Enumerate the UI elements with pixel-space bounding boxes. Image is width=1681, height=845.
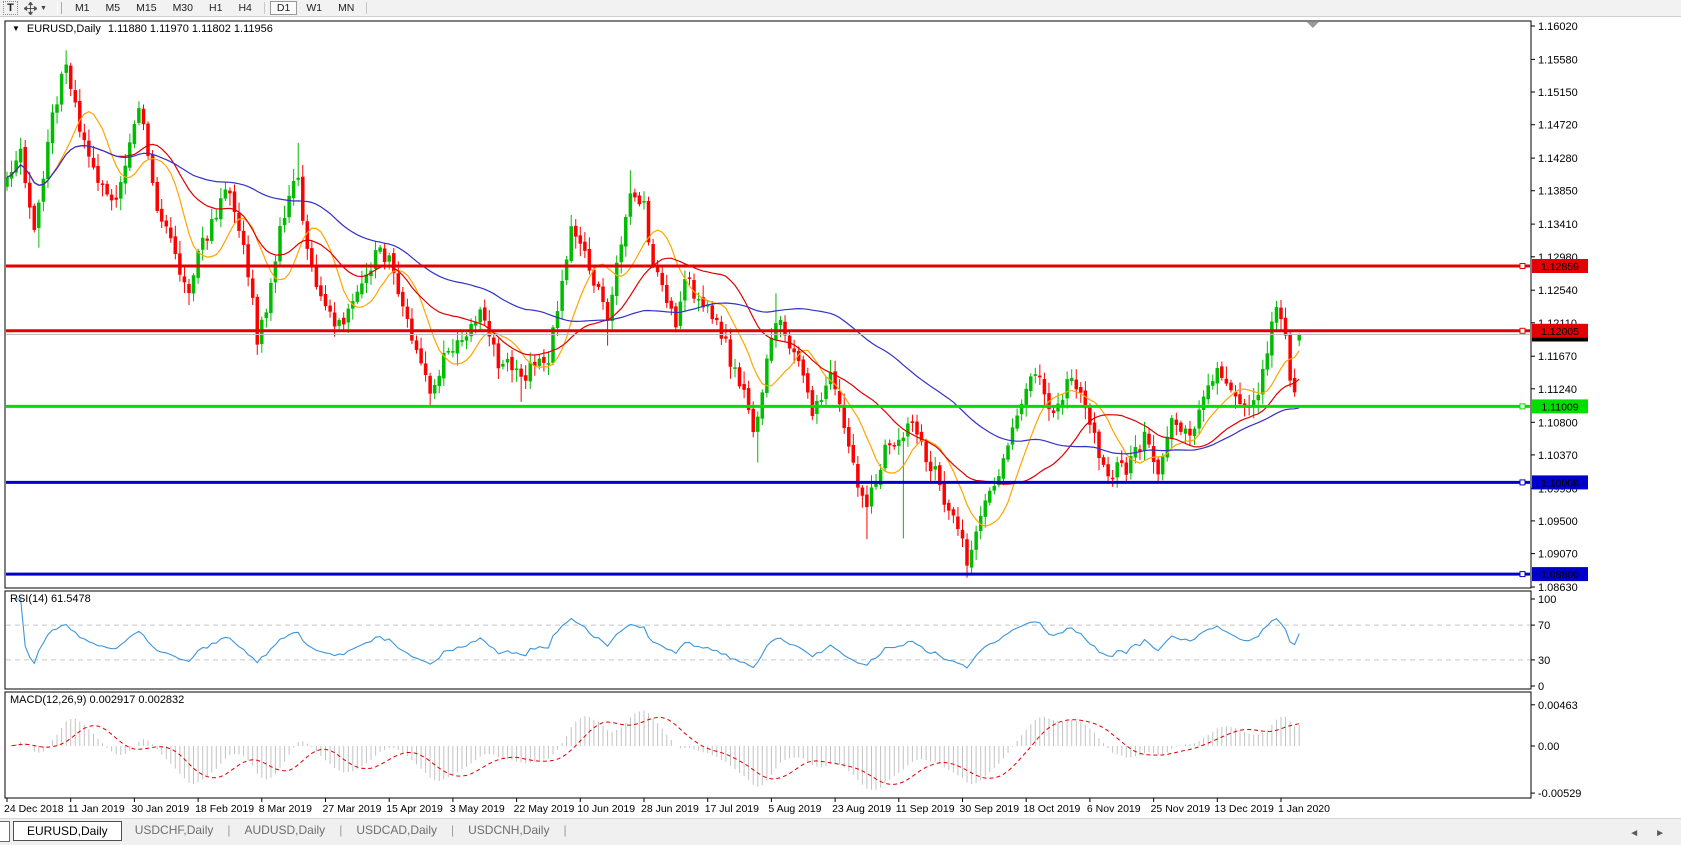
price-tick-label: 1.09070 [1538,549,1578,561]
date-axis[interactable]: 24 Dec 2018 11 Jan 2019 30 Jan 2019 18 Feb … [4,798,1330,815]
price-tick-label: 1.15150 [1538,87,1578,99]
chart-tab-USDCNH[interactable]: USDCNH,Daily [455,821,562,839]
date-tick-label: 8 Mar 2019 [259,803,312,815]
price-tick-label: 1.14280 [1538,153,1578,165]
date-tick-label: 30 Sep 2019 [960,803,1020,815]
price-tick-label: 1.16020 [1538,21,1578,33]
symbol-period-label: EURUSD,Daily [26,23,101,35]
line-end-marker [1519,327,1526,334]
svg-text:1.11009: 1.11009 [1541,401,1578,413]
price-tick-label: 1.15580 [1538,54,1578,66]
date-tick-label: 30 Jan 2019 [131,803,189,815]
chart-tab-AUDUSD[interactable]: AUDUSD,Daily [232,821,339,839]
rsi-tick-label: 30 [1538,655,1550,667]
line-end-marker [1519,263,1526,269]
date-tick-label: 6 Nov 2019 [1087,803,1141,815]
macd-panel [4,691,1532,799]
chart-canvas[interactable]: 1.16020 1.15580 1.15150 1.14720 1.14280 1.138… [0,0,1681,845]
price-axis-badge: 1.11009 [1532,399,1588,414]
svg-text:1.12859: 1.12859 [1541,261,1579,273]
price-axis[interactable]: 1.16020 1.15580 1.15150 1.14720 1.14280 1.138… [1531,21,1588,800]
date-tick-label: 11 Sep 2019 [896,803,955,815]
chart-title: ▼ EURUSD,Daily 1.11880 1.11970 1.11802 1… [12,23,273,35]
price-tick-label: 1.10370 [1538,450,1578,462]
macd-tick-label: -0.00529 [1538,788,1581,800]
price-tick-label: 1.10800 [1538,417,1578,429]
macd-tick-label: 0.00463 [1538,700,1578,712]
chart-tab-EURUSD[interactable]: EURUSD,Daily [13,821,122,841]
price-axis-badge: 1.12005 [1532,323,1588,338]
date-tick-label: 18 Oct 2019 [1023,803,1080,815]
date-tick-label: 17 Jul 2019 [705,803,759,815]
date-tick-label: 18 Feb 2019 [195,803,254,815]
tabs-container: EURUSD,Daily USDCHF,Daily | AUDUSD,Daily | US… [13,821,568,841]
tab-scroll-arrows: ◄ ► [1629,828,1665,839]
rsi-tick-label: 70 [1538,620,1550,632]
ohlc-values: 1.11880 1.11970 1.11802 1.11956 [107,23,273,35]
price-tick-label: 1.12540 [1538,285,1578,297]
collapse-triangle-icon[interactable]: ▼ [12,25,20,33]
chart-tab-USDCAD[interactable]: USDCAD,Daily [343,821,450,839]
mt4-window: T ▼ M1 M5 M15 M30 H1 H4 D1 W1 MN 1.16020 1.15580 1… [0,0,1681,845]
date-tick-label: 23 Aug 2019 [832,803,891,815]
chart-tab-USDCHF[interactable]: USDCHF,Daily [122,821,227,839]
chart-tab-bar: EURUSD,Daily USDCHF,Daily | AUDUSD,Daily | US… [0,818,1681,845]
date-tick-label: 13 Dec 2019 [1214,803,1274,815]
rsi-tick-label: 100 [1538,594,1556,606]
date-tick-label: 5 Aug 2019 [768,803,821,815]
price-axis-badge: 1.12859 [1532,259,1588,273]
line-end-marker [1519,403,1526,410]
line-end-marker [1519,571,1526,578]
tab-scroll-right-icon[interactable]: ► [1655,828,1665,839]
price-tick-label: 1.11240 [1538,384,1577,396]
rsi-tick-label: 0 [1538,681,1544,693]
main-panel [4,20,1532,589]
rsi-panel [4,590,1532,690]
date-tick-label: 1 Jan 2020 [1278,803,1330,815]
date-tick-label: 24 Dec 2018 [4,803,64,815]
svg-text:1.12005: 1.12005 [1541,326,1579,338]
price-tick-label: 1.08630 [1538,582,1578,594]
price-tick-label: 1.09500 [1538,516,1578,528]
date-tick-label: 3 May 2019 [450,803,505,815]
price-tick-label: 1.13850 [1538,186,1578,198]
tab-scroll-left-icon[interactable]: ◄ [1629,828,1639,839]
line-end-marker [1519,479,1526,486]
macd-tick-label: 0.00 [1538,741,1559,753]
tab-stub[interactable] [0,821,10,842]
price-axis-badge: 1.08800 [1532,567,1588,582]
tab-divider: | [563,823,567,837]
date-tick-label: 11 Jan 2019 [68,803,125,815]
price-tick-label: 1.14720 [1538,120,1578,132]
date-tick-label: 10 Jun 2019 [577,803,635,815]
macd-indicator-label: MACD(12,26,9) 0.002917 0.002832 [10,694,185,706]
date-tick-label: 22 May 2019 [514,803,575,815]
rsi-indicator-label: RSI(14) 61.5478 [10,593,91,605]
date-tick-label: 28 Jun 2019 [641,803,699,815]
date-tick-label: 15 Apr 2019 [386,803,443,815]
svg-text:1.08800: 1.08800 [1541,569,1579,581]
svg-text:1.10008: 1.10008 [1541,477,1579,489]
price-tick-label: 1.13410 [1538,219,1578,231]
date-tick-label: 27 Mar 2019 [323,803,382,815]
price-axis-badge: 1.10008 [1532,475,1588,490]
price-tick-label: 1.11670 [1538,351,1577,363]
date-tick-label: 25 Nov 2019 [1151,803,1211,815]
